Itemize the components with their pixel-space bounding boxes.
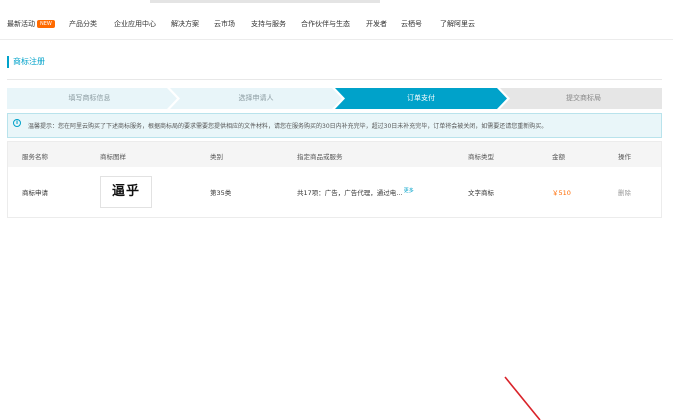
red-annotation-arrow <box>504 376 541 420</box>
